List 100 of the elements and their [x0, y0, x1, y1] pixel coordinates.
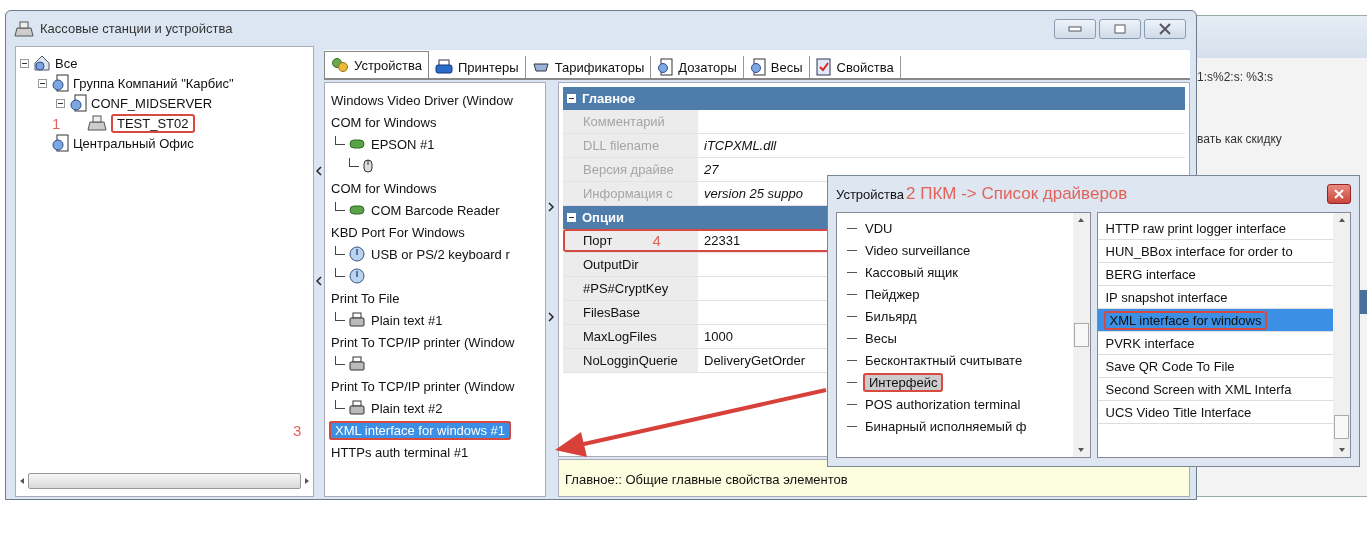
category-item[interactable]: Пейджер [863, 286, 922, 302]
scroll-left-icon[interactable] [18, 477, 26, 485]
description-text: Главное:: Общие главные свойства элементов [565, 472, 848, 487]
property-value[interactable]: 22331 [698, 229, 741, 252]
property-name: MaxLogFiles [583, 329, 657, 344]
device-item[interactable]: Windows Video Driver (Window [329, 92, 515, 108]
cash-register-icon [87, 114, 107, 132]
tree-item[interactable]: CONF_MIDSERVER [91, 95, 213, 111]
property-name: FilesBase [583, 305, 641, 320]
gears-icon [331, 57, 349, 73]
collapse-toggle[interactable] [56, 98, 65, 108]
house-icon [33, 54, 51, 72]
collapse-left-icon[interactable] [316, 166, 322, 176]
horizontal-scrollbar[interactable] [18, 472, 311, 490]
cash-register-icon [14, 19, 34, 38]
serial-port-icon [349, 139, 365, 149]
device-item[interactable]: KBD Port For Windows [329, 224, 467, 240]
vertical-scrollbar[interactable] [1333, 213, 1350, 457]
tree-item[interactable]: Группа Компаний "Карбис" [73, 75, 234, 91]
device-item[interactable]: Print To TCP/IP printer (Window [329, 378, 517, 394]
collapse-right-icon[interactable] [548, 312, 554, 322]
category-item[interactable]: Интерфейс [863, 372, 944, 392]
category-item[interactable]: Бильярд [863, 308, 919, 324]
category-item[interactable]: Бинарный исполняемый ф [863, 418, 1029, 434]
property-value[interactable]: DeliveryGetOrder [698, 349, 806, 372]
callout-number: 1 [52, 114, 61, 132]
property-name: Комментарий [583, 114, 665, 129]
printer-icon [349, 400, 365, 416]
property-name: Информация с [583, 186, 673, 201]
tab[interactable]: Устройства [324, 51, 429, 78]
tree-line [335, 355, 345, 365]
callout-number: 3 [293, 421, 302, 439]
driver-item[interactable]: UCS Video Title Interface [1097, 401, 1333, 424]
minimize-button[interactable] [1054, 18, 1096, 39]
driver-item[interactable]: Save QR Code To File [1097, 355, 1333, 378]
collapse-right-icon[interactable] [548, 202, 554, 212]
device-item[interactable]: COM for Windows [329, 180, 439, 196]
device-icon [657, 58, 674, 76]
driver-item[interactable]: XML interface for windows [1097, 309, 1333, 332]
property-value[interactable]: 1000 [698, 325, 733, 348]
category-item[interactable]: Весы [863, 330, 899, 346]
property-name: NoLogginQuerie [583, 353, 678, 368]
tree-item[interactable]: Все [55, 55, 78, 71]
tree-line [335, 311, 345, 321]
device-item[interactable]: Print To TCP/IP printer (Window [329, 334, 517, 350]
property-name: DLL filename [583, 138, 660, 153]
tree-line [335, 267, 345, 277]
scrollbar-thumb[interactable] [1334, 415, 1349, 439]
driver-item[interactable]: PVRK interface [1097, 332, 1333, 355]
background-text: вать как скидку [1196, 131, 1283, 148]
vertical-scrollbar[interactable] [1072, 213, 1090, 457]
category-item[interactable]: Бесконтактный считывате [863, 352, 1025, 368]
device-item[interactable]: COM for Windows [329, 114, 439, 130]
callout-number: 4 [652, 232, 661, 249]
close-button[interactable] [1327, 184, 1351, 204]
tree-line [349, 157, 359, 167]
device-item[interactable]: HTTPs auth terminal #1 [329, 444, 471, 460]
close-button[interactable] [1144, 18, 1186, 39]
scroll-up-icon[interactable] [1337, 217, 1346, 223]
collapse-left-icon[interactable] [316, 276, 322, 286]
close-icon [1158, 22, 1172, 35]
scroll-right-icon[interactable] [303, 477, 311, 485]
driver-item[interactable]: HUN_BBox interface for order to [1097, 240, 1333, 263]
property-name: OutputDir [583, 257, 639, 272]
maximize-icon [1114, 23, 1126, 34]
category-item[interactable]: Кассовый ящик [863, 264, 960, 280]
server-icon [51, 74, 69, 92]
close-icon [1334, 189, 1344, 199]
category-item[interactable]: VDU [863, 220, 895, 236]
category-header[interactable]: Главное [563, 87, 1185, 110]
device-item[interactable]: COM Barcode Reader [369, 202, 502, 218]
device-icon [749, 58, 766, 76]
maximize-button[interactable] [1099, 18, 1141, 39]
collapse-toggle[interactable] [20, 58, 29, 68]
tree-line [335, 245, 345, 255]
scroll-down-icon[interactable] [1077, 447, 1085, 453]
device-item[interactable]: EPSON #1 [369, 136, 437, 152]
tree-line [335, 135, 345, 145]
driver-item[interactable]: Second Screen with XML Interfa [1097, 378, 1333, 401]
checklist-icon [815, 58, 832, 76]
device-item[interactable]: Print To File [329, 290, 402, 306]
callout-text: 2 ПКМ -> Список драйверов [906, 184, 1128, 204]
device-item[interactable]: Plain text #1 [369, 312, 445, 328]
driver-item[interactable]: BERG interface [1097, 263, 1333, 286]
category-title: Опции [582, 210, 624, 225]
category-item[interactable]: POS authorization terminal [863, 396, 1023, 412]
tree-item[interactable]: TEST_ST02 [111, 113, 195, 133]
server-icon [69, 94, 87, 112]
printer-icon [435, 59, 453, 75]
category-item[interactable]: Video surveillance [863, 242, 973, 258]
window-title: Кассовые станции и устройства [40, 21, 233, 36]
scroll-up-icon[interactable] [1077, 217, 1085, 223]
tree-item[interactable]: Центральный Офис [73, 135, 194, 151]
property-name: Порт [583, 233, 613, 248]
scroll-down-icon[interactable] [1337, 447, 1346, 453]
scrollbar-thumb[interactable] [1073, 323, 1089, 347]
device-item[interactable]: USB or PS/2 keyboard r [369, 246, 512, 262]
driver-item[interactable]: HTTP raw print logger interface [1097, 217, 1333, 240]
collapse-toggle[interactable] [38, 78, 47, 88]
device-item[interactable]: Plain text #2 [369, 400, 445, 416]
